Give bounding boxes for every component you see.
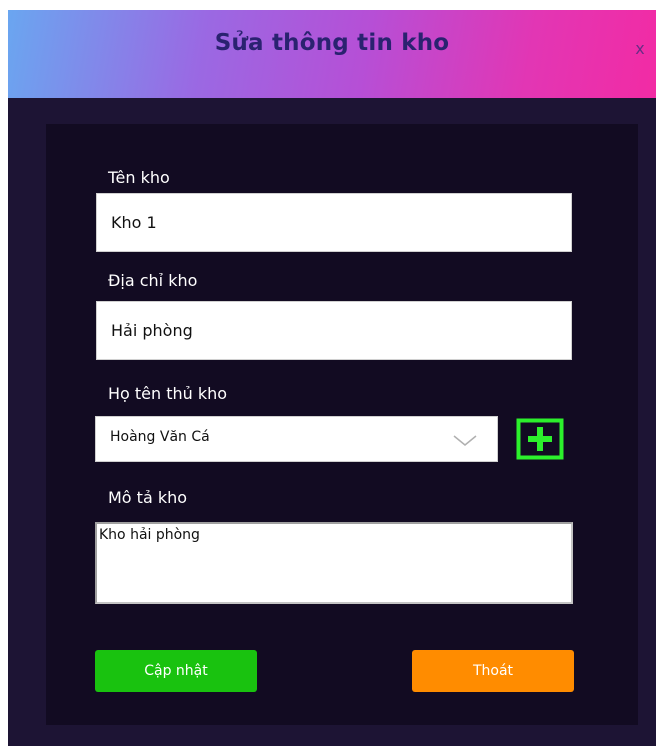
keeper-select[interactable]: Hoàng Văn Cá <box>95 416 498 462</box>
warehouse-name-label: Tên kho <box>108 168 170 187</box>
keeper-selected-value: Hoàng Văn Cá <box>110 429 210 445</box>
add-keeper-button[interactable] <box>516 418 564 460</box>
description-label: Mô tả kho <box>108 488 188 507</box>
update-button[interactable]: Cập nhật <box>95 650 257 692</box>
chevron-down-icon <box>453 435 477 446</box>
description-textarea[interactable]: Kho hải phòng <box>95 522 573 604</box>
exit-button[interactable]: Thoát <box>412 650 574 692</box>
keeper-label: Họ tên thủ kho <box>108 384 228 403</box>
edit-warehouse-dialog: Sửa thông tin kho x Tên kho Địa chỉ kho … <box>8 10 656 746</box>
dialog-title: Sửa thông tin kho <box>214 30 450 56</box>
close-button[interactable]: x <box>630 38 650 60</box>
title-bar: Sửa thông tin kho x <box>8 10 656 98</box>
plus-square-icon <box>516 418 564 460</box>
warehouse-address-input[interactable] <box>96 301 572 360</box>
warehouse-name-input[interactable] <box>96 193 572 252</box>
warehouse-address-label: Địa chỉ kho <box>108 271 198 290</box>
